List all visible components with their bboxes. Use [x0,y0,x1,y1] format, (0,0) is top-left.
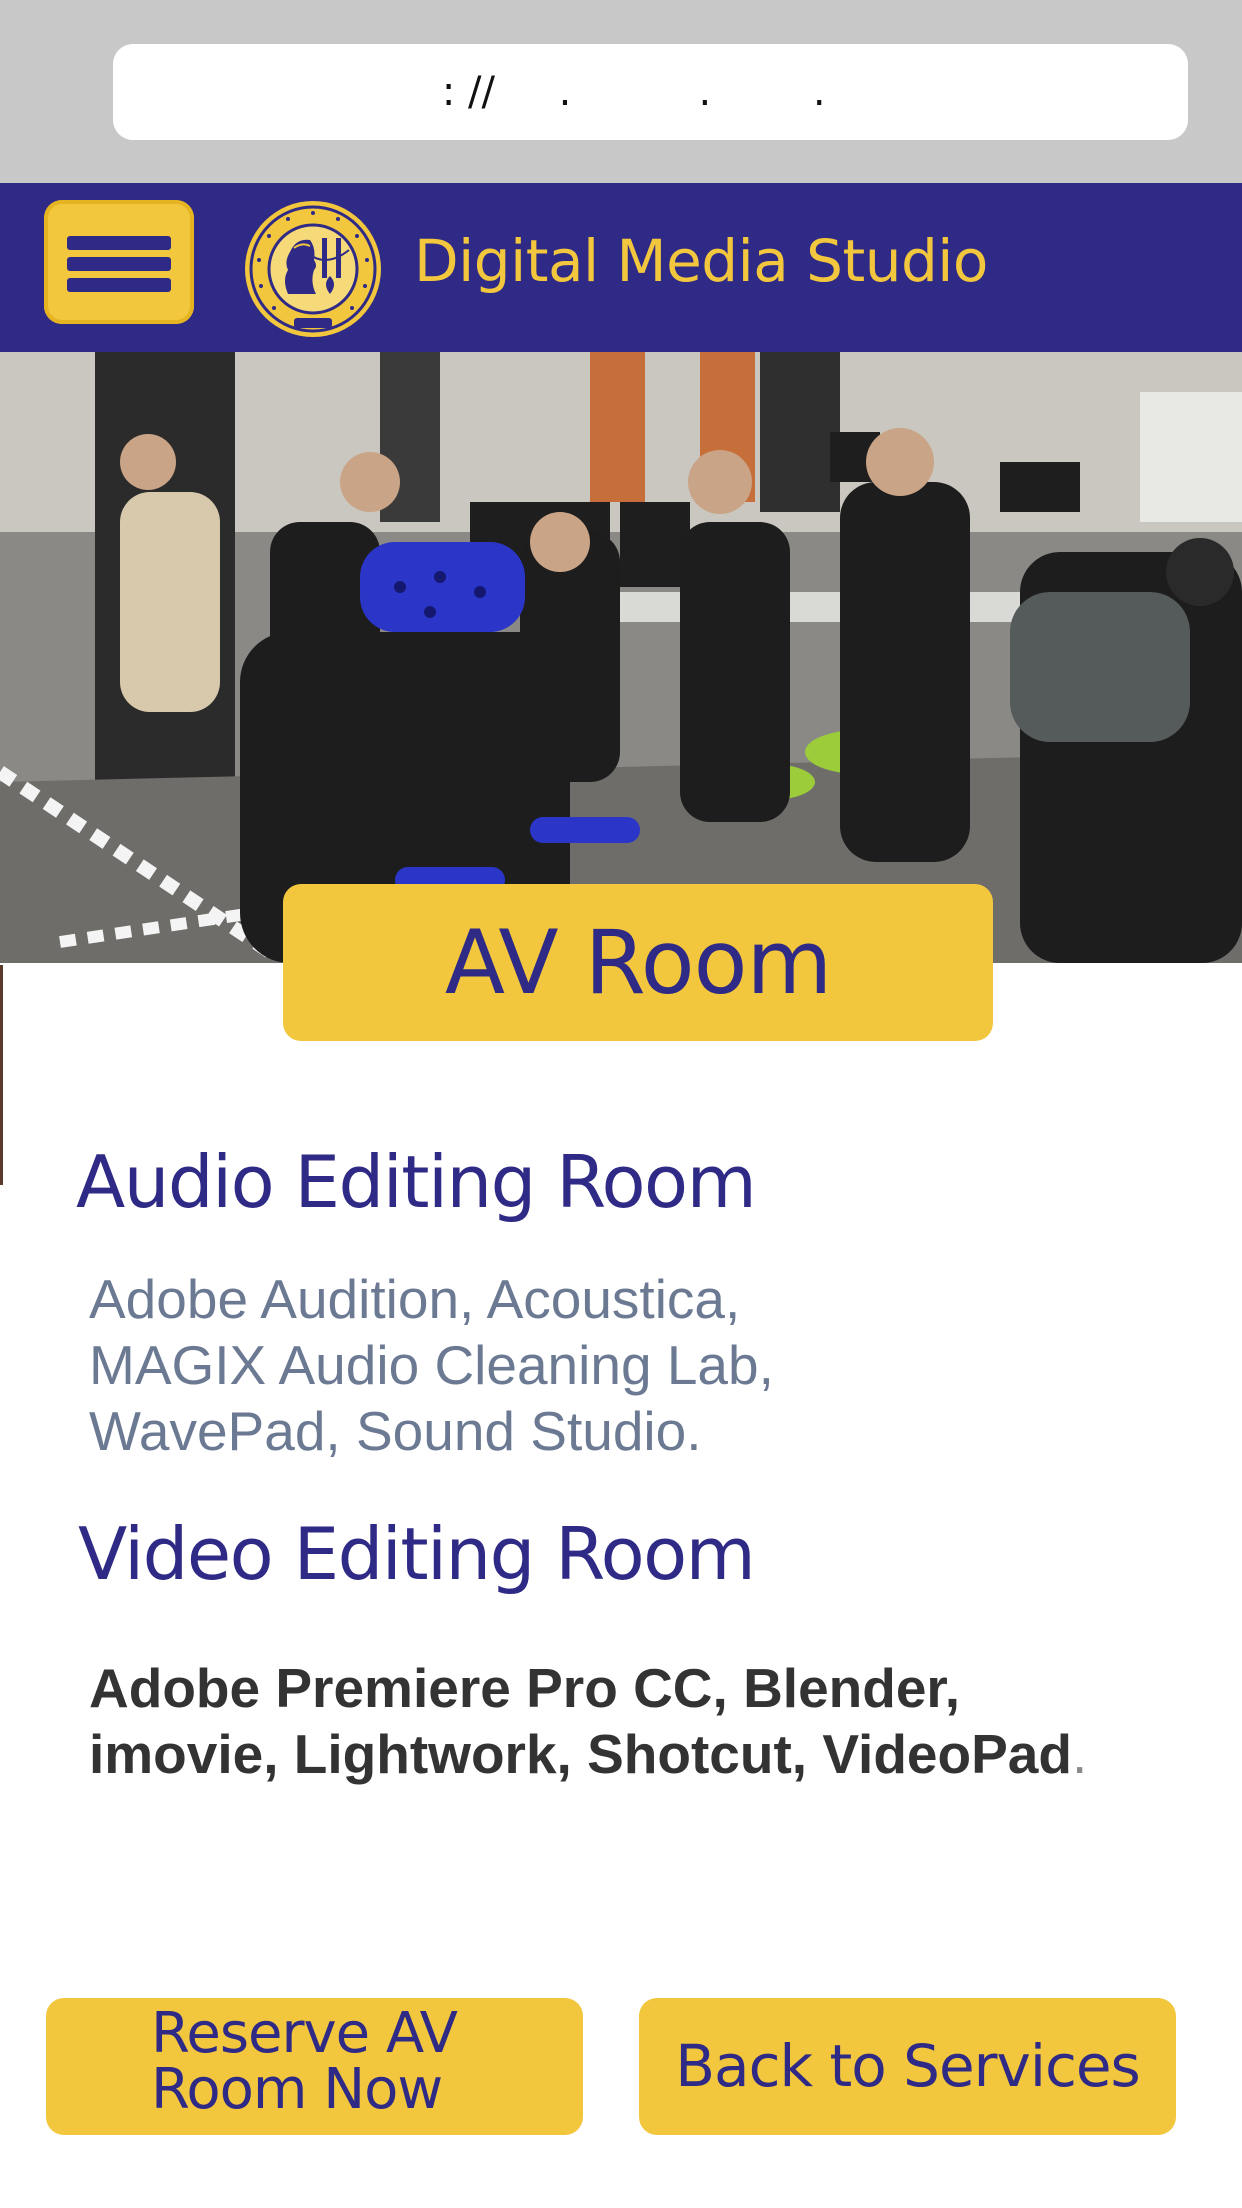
site-title[interactable]: Digital Media Studio [414,227,988,295]
url-bar[interactable]: : // . . . [113,44,1188,140]
reserve-label-line: Room Now [151,2057,443,2122]
menu-button[interactable] [44,200,194,324]
reserve-label-line: Reserve AV [151,2001,458,2066]
audio-software-line: Adobe Audition, Acoustica, [89,1268,741,1330]
site-header: Digital Media Studio [0,183,1242,352]
audio-software-list: Adobe Audition, Acoustica, MAGIX Audio C… [89,1266,989,1464]
page-title-badge: AV Room [283,884,993,1041]
university-seal-logo[interactable] [244,200,382,338]
menu-bar-top [67,236,171,250]
audio-section-heading: Audio Editing Room [76,1140,757,1224]
studio-photo [0,352,1242,963]
video-software-line: imovie, Lightwork, Shotcut, VideoPad [89,1723,1072,1785]
video-software-line: Adobe Premiere Pro CC, Blender, [89,1657,961,1719]
video-software-list: Adobe Premiere Pro CC, Blender, imovie, … [89,1655,1229,1787]
audio-software-line: WavePad, Sound Studio. [89,1400,702,1462]
reserve-av-room-button[interactable]: Reserve AV Room Now [46,1998,583,2135]
video-section-heading: Video Editing Room [78,1512,756,1596]
trailing-period: . [1072,1723,1088,1785]
back-button-label: Back to Services [675,2032,1140,2100]
hero-image [0,352,1242,963]
browser-chrome: : // . . . [0,0,1242,183]
back-to-services-button[interactable]: Back to Services [639,1998,1176,2135]
menu-bar-bottom [67,278,171,292]
edge-divider [0,965,3,1185]
reserve-button-label: Reserve AV Room Now [151,2001,458,2122]
menu-bar-middle [67,257,171,271]
video-software-line-wrap: imovie, Lightwork, Shotcut, VideoPad. [89,1721,1229,1787]
audio-software-line: MAGIX Audio Cleaning Lab, [89,1334,774,1396]
